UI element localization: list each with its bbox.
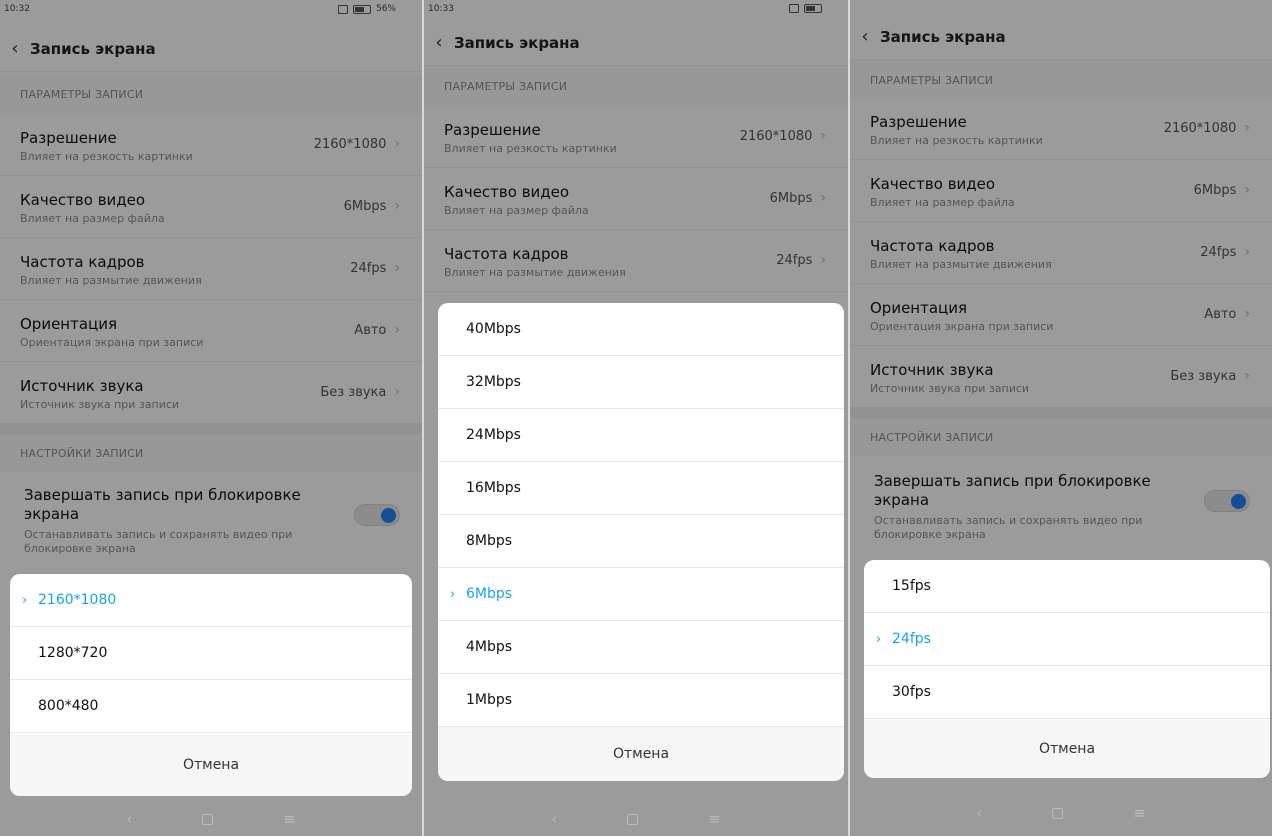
nav-home-icon[interactable] (202, 813, 214, 825)
selected-chevron-icon: › (876, 631, 882, 647)
selected-chevron-icon: › (450, 586, 456, 602)
cancel-button[interactable]: Отмена (10, 734, 412, 796)
option-4mbps[interactable]: 4Mbps (438, 621, 844, 674)
system-nav-bar: ‹ ≡ (424, 802, 848, 836)
option-2160x1080[interactable]: › 2160*1080 (10, 574, 412, 627)
option-15fps[interactable]: 15fps (864, 560, 1270, 613)
system-nav-bar: ‹ ≡ (0, 802, 422, 836)
option-24mbps[interactable]: 24Mbps (438, 409, 844, 462)
cancel-button[interactable]: Отмена (438, 727, 844, 781)
nav-menu-icon[interactable]: ≡ (708, 810, 721, 828)
option-1280x720[interactable]: 1280*720 (10, 627, 412, 680)
phone-screen-video-quality: 10:33 ‹ Запись экрана ПАРАМЕТРЫ ЗАПИСИ Р… (424, 0, 848, 836)
option-32mbps[interactable]: 32Mbps (438, 356, 844, 409)
resolution-picker-sheet: › 2160*1080 1280*720 800*480 Отмена (10, 574, 412, 796)
nav-menu-icon[interactable]: ≡ (1133, 804, 1146, 822)
phone-screen-resolution: 10:32 56% ‹ Запись экрана ПАРАМЕТРЫ ЗАПИ… (0, 0, 422, 836)
option-16mbps[interactable]: 16Mbps (438, 462, 844, 515)
selected-chevron-icon: › (22, 592, 28, 608)
option-8mbps[interactable]: 8Mbps (438, 515, 844, 568)
system-nav-bar: ‹ ≡ (850, 790, 1272, 836)
frame-rate-picker-sheet: 15fps › 24fps 30fps Отмена (864, 560, 1270, 778)
nav-back-icon[interactable]: ‹ (976, 804, 982, 822)
nav-home-icon[interactable] (627, 813, 639, 825)
option-6mbps[interactable]: › 6Mbps (438, 568, 844, 621)
option-40mbps[interactable]: 40Mbps (438, 303, 844, 356)
phone-screen-frame-rate: ‹ Запись экрана ПАРАМЕТРЫ ЗАПИСИ Разреше… (850, 0, 1272, 836)
nav-back-icon[interactable]: ‹ (126, 810, 132, 828)
option-800x480[interactable]: 800*480 (10, 680, 412, 733)
nav-home-icon[interactable] (1052, 807, 1064, 819)
nav-back-icon[interactable]: ‹ (551, 810, 557, 828)
bitrate-picker-sheet: 40Mbps 32Mbps 24Mbps 16Mbps 8Mbps › 6Mbps… (438, 303, 844, 781)
option-1mbps[interactable]: 1Mbps (438, 674, 844, 727)
option-24fps[interactable]: › 24fps (864, 613, 1270, 666)
cancel-button[interactable]: Отмена (864, 720, 1270, 778)
option-30fps[interactable]: 30fps (864, 666, 1270, 719)
nav-menu-icon[interactable]: ≡ (283, 810, 296, 828)
